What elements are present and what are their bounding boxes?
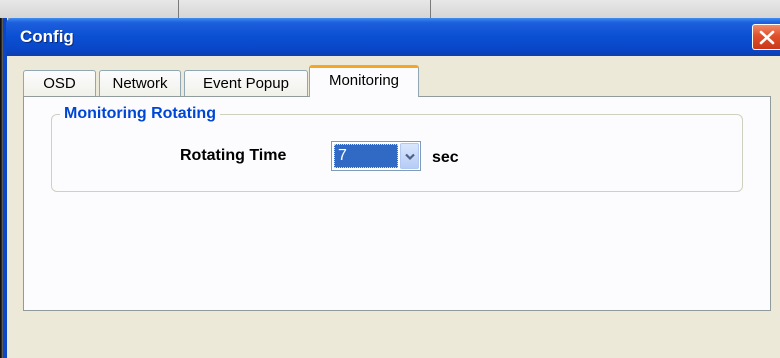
rotating-time-select[interactable]: 7: [331, 141, 421, 171]
tab-osd[interactable]: OSD: [23, 70, 96, 96]
dropdown-button[interactable]: [400, 143, 419, 169]
frame-edge: [3, 18, 7, 358]
group-title: Monitoring Rotating: [60, 105, 220, 123]
monitoring-tab-panel: Monitoring Rotating Rotating Time 7 sec: [23, 96, 771, 311]
background-window-strip: [0, 0, 780, 19]
divider: [178, 0, 179, 18]
config-dialog: Config OSD Network Event Popup Monitorin…: [0, 0, 780, 358]
close-button[interactable]: [752, 24, 780, 50]
tab-event-popup[interactable]: Event Popup: [184, 70, 308, 96]
monitoring-rotating-group: Monitoring Rotating Rotating Time 7 sec: [51, 105, 743, 192]
rotating-time-label: Rotating Time: [180, 147, 287, 164]
title-bar[interactable]: Config: [6, 18, 780, 56]
close-icon: [759, 30, 775, 45]
divider: [430, 0, 431, 18]
tab-network[interactable]: Network: [99, 70, 181, 96]
chevron-down-icon: [405, 153, 415, 161]
tab-monitoring[interactable]: Monitoring: [309, 65, 419, 97]
unit-label: sec: [432, 149, 459, 166]
dialog-client-area: OSD Network Event Popup Monitoring Monit…: [8, 56, 780, 358]
window-title: Config: [20, 27, 74, 46]
rotating-time-value: 7: [334, 144, 398, 168]
window-left-border: [0, 18, 8, 358]
